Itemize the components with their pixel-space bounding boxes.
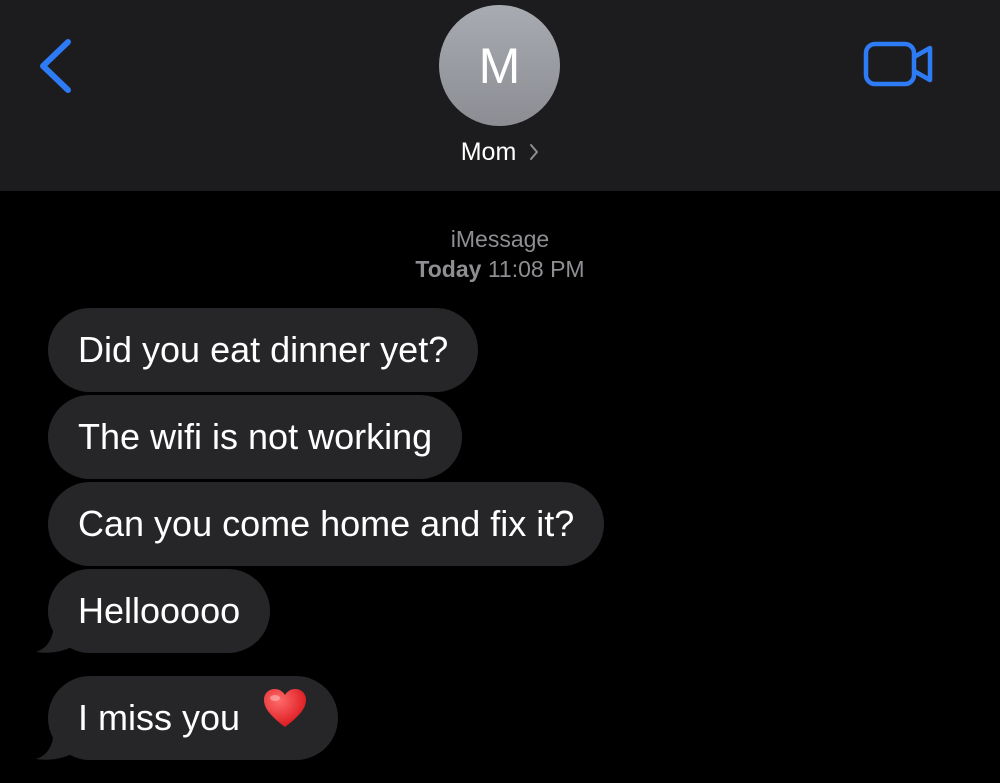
message-bubble[interactable]: Did you eat dinner yet? (48, 308, 479, 392)
timestamp: Today 11:08 PM (300, 254, 700, 284)
avatar: M (439, 5, 560, 126)
message-text: The wifi is not working (78, 416, 433, 457)
conversation-header: M Mom (0, 0, 1000, 191)
timestamp-time: 11:08 PM (487, 256, 585, 282)
contact-info-button[interactable]: M Mom (400, 0, 600, 191)
message-text: I miss you (78, 697, 241, 738)
video-camera-icon (863, 41, 933, 87)
facetime-video-button[interactable] (862, 40, 938, 92)
chevron-left-icon (40, 39, 71, 93)
red-heart-icon (262, 675, 308, 759)
message-bubble[interactable]: Hellooooo (48, 569, 271, 653)
avatar-initial: M (478, 37, 521, 94)
message-bubble[interactable]: I miss you (48, 675, 339, 760)
contact-name-row: Mom (400, 136, 600, 169)
message-bubble[interactable]: Can you come home and fix it? (48, 482, 605, 566)
message-text: Hellooooo (78, 590, 241, 631)
conversation-meta: iMessage Today 11:08 PM (300, 224, 700, 284)
messages-screen: M Mom iMessage Today 11:08 PM Did you ea… (0, 0, 1000, 783)
message-text: Can you come home and fix it? (78, 503, 575, 544)
message-text: Did you eat dinner yet? (78, 329, 449, 370)
back-button[interactable] (30, 30, 80, 100)
chevron-right-icon (529, 137, 539, 169)
service-label: iMessage (450, 226, 550, 252)
message-bubble[interactable]: The wifi is not working (48, 395, 463, 479)
contact-name: Mom (460, 138, 517, 166)
timestamp-day: Today (415, 256, 482, 282)
